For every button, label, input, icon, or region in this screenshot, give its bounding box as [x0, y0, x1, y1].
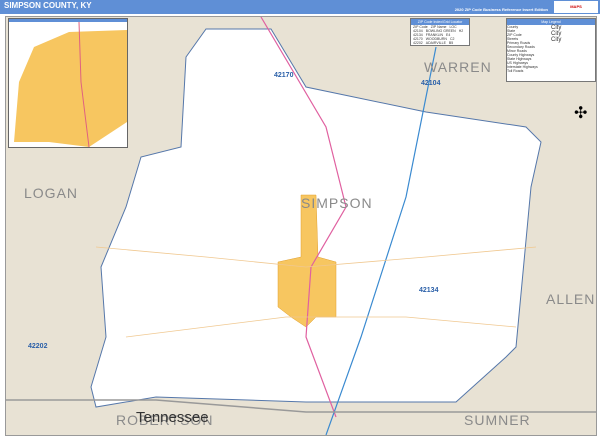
table-row: 42202 ADAIRVILLE B5 [413, 41, 454, 45]
label-tennessee: Tennessee [136, 409, 209, 426]
zip-index-table: ZIP Code Index/Grid Locator ZIP Code ZIP … [410, 18, 470, 46]
label-simpson: SIMPSON [301, 195, 373, 211]
publisher-logo: MAPS [554, 1, 598, 13]
map-title: SIMPSON COUNTY, KY [4, 1, 92, 10]
legend-item: Toll Roads [507, 69, 524, 73]
zip-label: 42104 [421, 80, 441, 87]
header-bar: SIMPSON COUNTY, KY 2020 ZIP Code Busines… [0, 0, 600, 14]
zip-label: 42202 [28, 343, 48, 350]
compass-icon: ✣ [574, 105, 588, 122]
zip-label: 42170 [274, 72, 294, 79]
legend-city: City [551, 37, 562, 43]
inset-city-area [14, 30, 127, 147]
label-sumner: SUMNER [464, 412, 531, 428]
label-allen: ALLEN [546, 291, 596, 307]
zip-label: 42134 [419, 287, 439, 294]
label-warren: WARREN [424, 59, 492, 75]
label-logan: LOGAN [24, 185, 79, 201]
map-legend: Map Legend County State ZIP Code Streets Pri… [506, 18, 596, 82]
inset-map [8, 18, 128, 148]
map-subtitle: 2020 ZIP Code Business Reference Insert … [454, 7, 548, 12]
